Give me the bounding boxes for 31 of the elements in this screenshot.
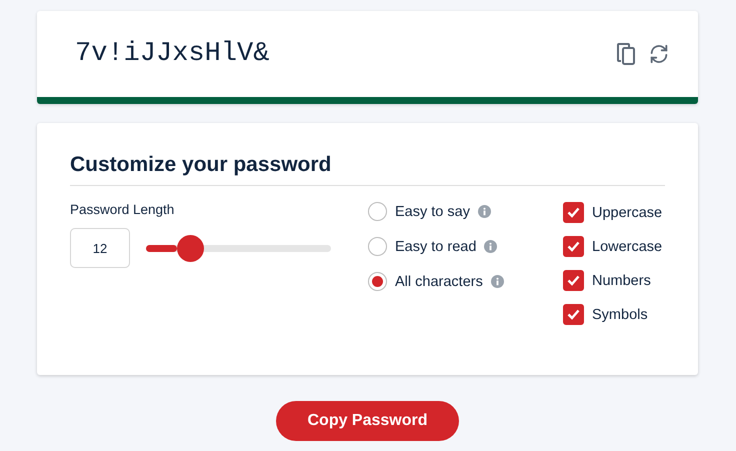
check-icon <box>567 309 580 320</box>
length-field[interactable]: 12 <box>70 228 130 268</box>
radio-button[interactable] <box>368 237 387 256</box>
copy-icon[interactable] <box>616 42 636 66</box>
slider-thumb[interactable] <box>176 234 204 262</box>
info-icon[interactable] <box>484 240 498 253</box>
password-text: 7v!iJJxsHlV& <box>75 39 270 69</box>
radio-button[interactable] <box>368 202 387 221</box>
radio-label: Easy to read <box>395 238 476 254</box>
checkbox-label: Uppercase <box>592 204 662 220</box>
slider-fill <box>146 244 178 252</box>
copy-password-button[interactable]: Copy Password <box>276 401 459 441</box>
section-title: Customize your password <box>70 153 665 186</box>
length-slider[interactable] <box>146 234 331 262</box>
checkbox-label: Symbols <box>592 306 648 322</box>
radio-button[interactable] <box>368 272 387 291</box>
checkbox[interactable] <box>563 270 584 291</box>
radio-label: Easy to say <box>395 204 470 220</box>
checkbox[interactable] <box>563 236 584 257</box>
checkbox[interactable] <box>563 304 584 325</box>
check-icon <box>567 241 580 252</box>
check-icon <box>567 275 580 286</box>
checkbox-label: Lowercase <box>592 238 662 254</box>
info-icon[interactable] <box>490 275 504 288</box>
refresh-icon[interactable] <box>648 43 670 65</box>
check-icon <box>567 207 580 218</box>
info-icon[interactable] <box>478 205 491 218</box>
radio-label: All characters <box>395 274 483 290</box>
checkbox[interactable] <box>563 202 584 223</box>
checkbox-label: Numbers <box>592 272 651 288</box>
field-label: Password Length <box>70 202 176 217</box>
